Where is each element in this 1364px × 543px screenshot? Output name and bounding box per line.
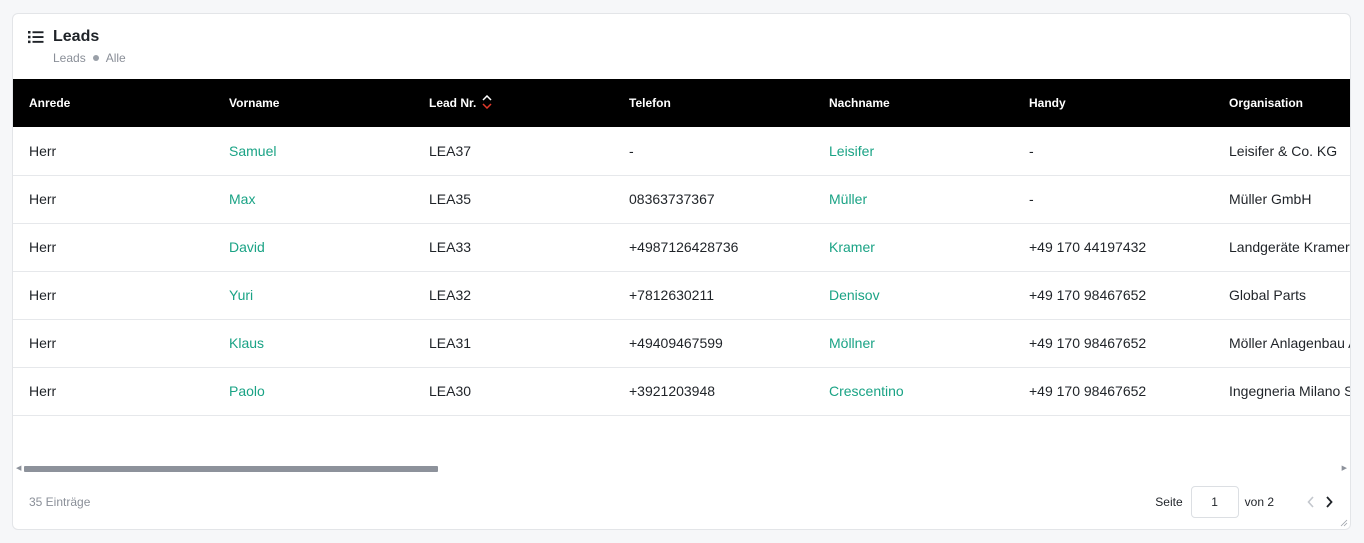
page-title: Leads	[53, 28, 100, 45]
column-header-handy[interactable]: Handy	[1013, 79, 1213, 127]
cell-handy: +49 170 98467652	[1013, 271, 1213, 320]
table-row[interactable]: Herr David LEA33 +4987126428736 Kramer +49 17…	[13, 223, 1350, 272]
cell-nachname[interactable]: Möllner	[813, 319, 1013, 368]
cell-organisation: Global Parts	[1213, 271, 1350, 320]
breadcrumb-item-alle[interactable]: Alle	[106, 51, 126, 65]
cell-anrede: Herr	[13, 367, 213, 416]
cell-lead-nr: LEA37	[413, 127, 613, 176]
scroll-right-arrow-icon[interactable]: ▶	[1342, 465, 1347, 473]
cell-handy: -	[1013, 175, 1213, 224]
cell-organisation: Ingegneria Milano S	[1213, 367, 1350, 416]
leads-card: Leads Leads Alle Anrede Vorname Lead Nr.…	[12, 13, 1351, 530]
cell-nachname[interactable]: Kramer	[813, 223, 1013, 272]
table-row[interactable]: Herr Paolo LEA30 +3921203948 Crescentino +49 …	[13, 367, 1350, 416]
column-header-telefon[interactable]: Telefon	[613, 79, 813, 127]
entry-count: 35 Einträge	[29, 495, 91, 509]
cell-telefon: -	[613, 127, 813, 176]
breadcrumb-item-leads[interactable]: Leads	[53, 51, 86, 65]
cell-handy: +49 170 44197432	[1013, 223, 1213, 272]
cell-handy: +49 170 98467652	[1013, 319, 1213, 368]
previous-page-button[interactable]	[1302, 493, 1320, 511]
chevron-left-icon	[1307, 496, 1314, 508]
column-header-organisation[interactable]: Organisation	[1213, 79, 1350, 127]
list-icon	[28, 31, 44, 44]
horizontal-scrollbar[interactable]: ◀ ▶	[13, 464, 1350, 474]
table-row[interactable]: HerrJonathanLEA29+49711875947Hösmeier+49…	[13, 415, 1350, 427]
cell-organisation: Leisifer & Co. KG	[1213, 127, 1350, 176]
next-page-button[interactable]	[1320, 493, 1338, 511]
cell-handy: -	[1013, 127, 1213, 176]
cell-anrede: Herr	[13, 175, 213, 224]
cell-anrede: Herr	[13, 415, 213, 427]
pagination: Seite von 2	[1155, 486, 1338, 518]
cell-handy: +49 170 98467652	[1013, 367, 1213, 416]
cell-organisation: Hösmeier Trans	[1213, 415, 1350, 427]
cell-organisation: Möller Anlagenbau A	[1213, 319, 1350, 368]
resize-handle-icon[interactable]	[1340, 519, 1348, 527]
page-number-input[interactable]	[1190, 486, 1239, 518]
sort-icon[interactable]	[482, 95, 492, 110]
cell-anrede: Herr	[13, 127, 213, 176]
page-label: Seite	[1155, 495, 1183, 509]
leads-table-container[interactable]: Anrede Vorname Lead Nr. Telefon Nachname…	[13, 79, 1350, 427]
cell-lead-nr: LEA31	[413, 319, 613, 368]
breadcrumb-separator	[92, 55, 99, 61]
table-row[interactable]: Herr Samuel LEA37- Leisifer - Leisifer & Co. …	[13, 127, 1350, 176]
cell-lead-nr: LEA32	[413, 271, 613, 320]
cell-lead-nr: LEA29	[413, 415, 613, 427]
cell-organisation: Landgeräte Kramer	[1213, 223, 1350, 272]
leads-table: Anrede Vorname Lead Nr. Telefon Nachname…	[13, 79, 1350, 427]
table-row[interactable]: Herr Yuri LEA32 +7812630211 Denisov +49 170 9…	[13, 271, 1350, 320]
scroll-left-arrow-icon[interactable]: ◀	[16, 465, 21, 473]
cell-vorname[interactable]: Klaus	[213, 319, 413, 368]
cell-telefon: +3921203948	[613, 367, 813, 416]
cell-nachname[interactable]: Müller	[813, 175, 1013, 224]
cell-anrede: Herr	[13, 271, 213, 320]
cell-telefon: 08363737367	[613, 175, 813, 224]
cell-lead-nr: LEA35	[413, 175, 613, 224]
cell-nachname[interactable]: Hösmeier	[813, 415, 1013, 427]
cell-nachname[interactable]: Crescentino	[813, 367, 1013, 416]
table-footer: 35 Einträge Seite von 2	[13, 484, 1350, 520]
cell-vorname[interactable]: Paolo	[213, 367, 413, 416]
cell-anrede: Herr	[13, 223, 213, 272]
page-total-label: von 2	[1244, 495, 1274, 509]
cell-lead-nr: LEA33	[413, 223, 613, 272]
column-header-vorname[interactable]: Vorname	[213, 79, 413, 127]
cell-organisation: Müller GmbH	[1213, 175, 1350, 224]
chevron-right-icon	[1326, 496, 1333, 508]
breadcrumb: Leads Alle	[53, 51, 126, 65]
cell-vorname[interactable]: Jonathan	[213, 415, 413, 427]
cell-nachname[interactable]: Leisifer	[813, 127, 1013, 176]
table-body: Herr Samuel LEA37- Leisifer - Leisifer & Co. …	[13, 127, 1350, 427]
cell-telefon: +7812630211	[613, 271, 813, 320]
cell-telefon: +49409467599	[613, 319, 813, 368]
cell-vorname[interactable]: Yuri	[213, 271, 413, 320]
table-header-row: Anrede Vorname Lead Nr. Telefon Nachname…	[13, 79, 1350, 127]
cell-vorname[interactable]: Samuel	[213, 127, 413, 176]
table-row[interactable]: Herr Klaus LEA31 +49409467599 Möllner +49 170…	[13, 319, 1350, 368]
cell-handy: +49 170 98467652	[1013, 415, 1213, 427]
column-header-nachname[interactable]: Nachname	[813, 79, 1013, 127]
cell-nachname[interactable]: Denisov	[813, 271, 1013, 320]
cell-vorname[interactable]: David	[213, 223, 413, 272]
cell-telefon: +4987126428736	[613, 223, 813, 272]
cell-anrede: Herr	[13, 319, 213, 368]
column-header-lead-nr[interactable]: Lead Nr.	[413, 79, 613, 127]
column-header-anrede[interactable]: Anrede	[13, 79, 213, 127]
table-row[interactable]: Herr Max LEA35 08363737367 Müller - Müller Gmb…	[13, 175, 1350, 224]
cell-lead-nr: LEA30	[413, 367, 613, 416]
card-header: Leads Leads Alle	[13, 14, 1350, 80]
cell-vorname[interactable]: Max	[213, 175, 413, 224]
cell-telefon: +49711875947	[613, 415, 813, 427]
scrollbar-thumb[interactable]	[24, 466, 438, 472]
